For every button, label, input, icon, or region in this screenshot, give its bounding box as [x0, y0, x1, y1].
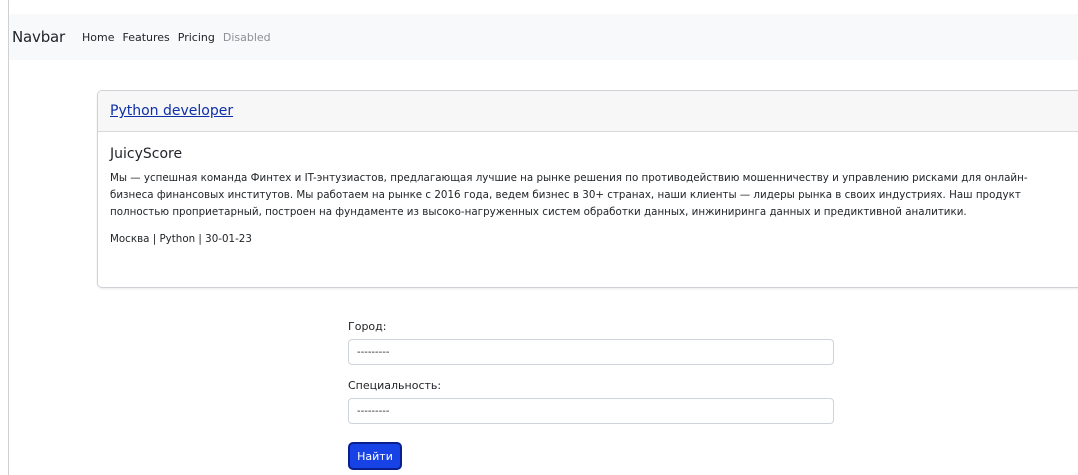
- nav-link-home[interactable]: Home: [82, 31, 114, 44]
- specialty-select-value: ---------: [357, 405, 390, 417]
- filter-form: Город: --------- Специальность: --------…: [348, 320, 836, 438]
- nav-link-disabled: Disabled: [222, 30, 271, 44]
- vacancy-title-link[interactable]: Python developer: [110, 103, 233, 119]
- window-top-edge: [0, 0, 1078, 14]
- nav-link-pricing[interactable]: Pricing: [178, 31, 215, 44]
- city-label: Город:: [348, 320, 387, 333]
- city-field-group: Город: ---------: [348, 320, 836, 365]
- company-name: JuicyScore: [110, 146, 183, 162]
- vacancy-card-body: JuicyScore Мы — успешная команда Финтех …: [98, 132, 1078, 245]
- vacancy-card-header: Python developer: [98, 91, 1078, 132]
- vacancy-meta: Москва | Python | 30-01-23: [110, 233, 252, 245]
- specialty-label: Специальность:: [348, 379, 442, 392]
- vacancy-description: Мы — успешная команда Финтех и IT-энтузи…: [110, 172, 1028, 218]
- window-left-edge: [0, 0, 9, 475]
- navbar: Navbar Home Features Pricing Disabled: [9, 14, 1078, 60]
- search-button[interactable]: Найти: [348, 442, 402, 470]
- city-select-value: ---------: [357, 346, 390, 358]
- specialty-field-group: Специальность: ---------: [348, 379, 836, 424]
- vacancy-card: Python developer JuicyScore Мы — успешна…: [97, 90, 1078, 288]
- city-select[interactable]: ---------: [348, 339, 834, 365]
- navbar-brand[interactable]: Navbar: [12, 28, 65, 46]
- nav-link-features[interactable]: Features: [122, 31, 169, 44]
- specialty-select[interactable]: ---------: [348, 398, 834, 424]
